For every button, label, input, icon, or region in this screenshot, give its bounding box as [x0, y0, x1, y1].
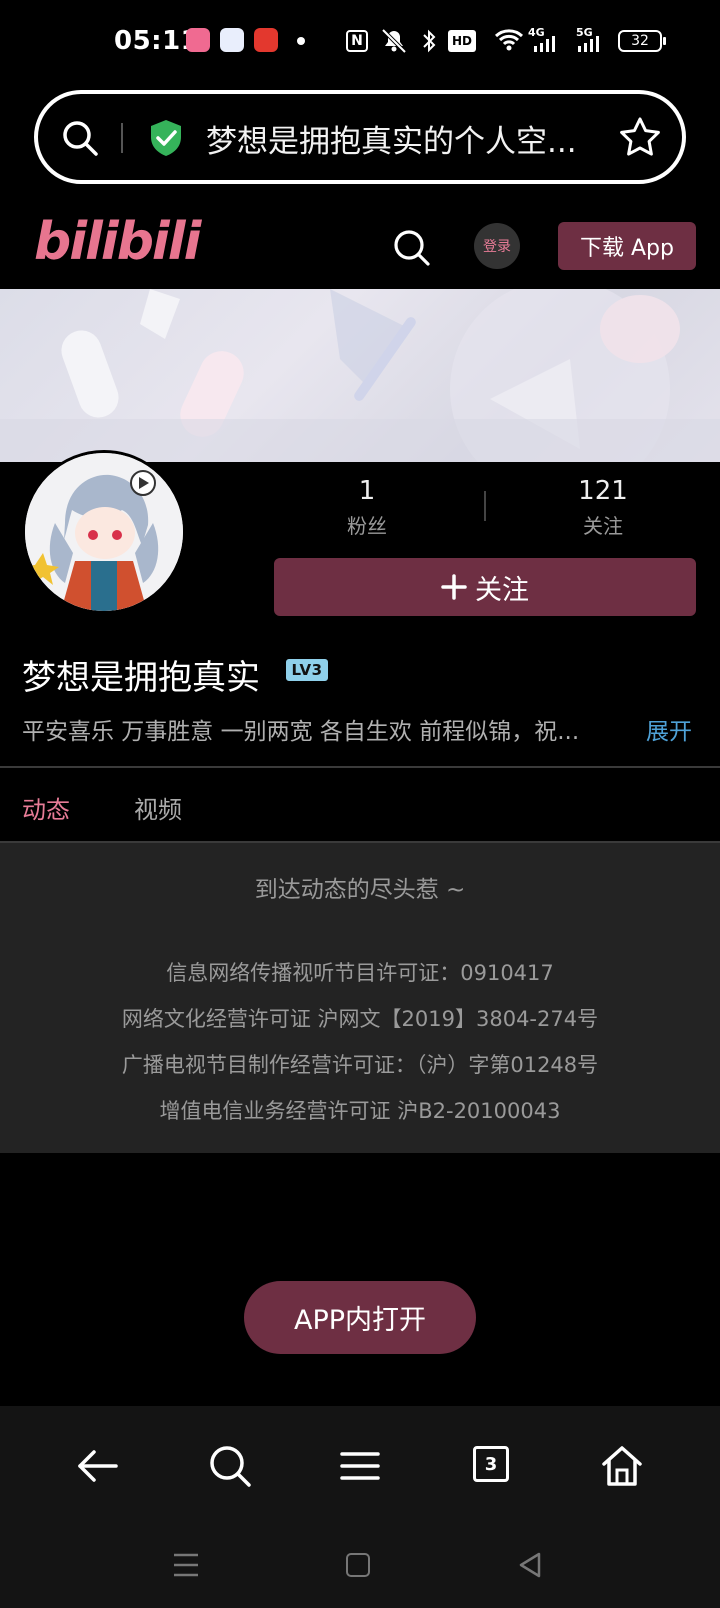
back-arrow-icon[interactable] [72, 1440, 124, 1492]
battery-level: 32 [631, 33, 649, 49]
baidu-app-icon [220, 28, 244, 52]
tabs-count-button[interactable]: 3 [473, 1446, 509, 1482]
hd-icon: HD [448, 30, 476, 52]
red-envelope-app-icon [254, 28, 278, 52]
login-button[interactable]: 登录 [474, 223, 520, 269]
search-icon[interactable] [60, 118, 100, 158]
recents-nav-icon[interactable] [172, 1552, 200, 1578]
bookmark-star-icon[interactable] [618, 116, 662, 158]
wifi-icon [494, 29, 524, 51]
tab-dynamics[interactable]: 动态 [22, 790, 70, 825]
stats-divider [484, 491, 486, 521]
profile-banner [0, 289, 720, 462]
bilibili-app-icon [186, 28, 210, 52]
address-divider [121, 123, 123, 153]
address-text[interactable]: 梦想是拥抱真实的个人空... [206, 116, 596, 161]
username: 梦想是拥抱真实 [22, 658, 260, 698]
license-line: 广播电视节目制作经营许可证：（沪）字第01248号 [121, 1053, 599, 1077]
nfc-icon: N [346, 30, 368, 52]
fans-count[interactable]: 1 [307, 476, 427, 506]
plus-icon [441, 574, 467, 600]
battery-tip [663, 37, 666, 45]
site-search-icon[interactable] [392, 228, 432, 268]
battery-icon: 32 [618, 30, 662, 52]
feed-end-message: 到达动态的尽头惹 ~ [254, 877, 466, 903]
follow-label: 关注 [475, 574, 529, 606]
secure-shield-icon[interactable] [148, 118, 184, 158]
bio-text: 平安喜乐 万事胜意 一别两宽 各自生欢 前程似锦，祝... [22, 719, 580, 745]
license-line: 信息网络传播视听节目许可证：0910417 [166, 961, 554, 985]
signal-icon [534, 36, 555, 52]
fans-label: 粉丝 [347, 514, 387, 538]
level-badge: LV3 [286, 659, 328, 681]
tabs-top-divider [0, 766, 720, 768]
home-icon[interactable] [596, 1440, 648, 1492]
download-app-button[interactable]: 下载 App [558, 222, 696, 270]
follow-button[interactable]: 关注 [274, 558, 696, 616]
bluetooth-icon [423, 29, 436, 53]
open-in-app-button[interactable]: APP内打开 [244, 1281, 476, 1354]
following-label: 关注 [583, 514, 623, 538]
home-nav-icon[interactable] [346, 1553, 370, 1577]
signal-icon-2 [578, 36, 599, 52]
mute-icon [381, 28, 407, 54]
license-line: 网络文化经营许可证 沪网文【2019】3804-274号 [121, 1007, 599, 1031]
bilibili-logo[interactable]: bilibili [34, 212, 201, 272]
back-nav-icon[interactable] [518, 1551, 542, 1579]
login-label: 登录 [483, 239, 511, 255]
status-bar: 05:11 N HD 4G 5G 32 [0, 0, 720, 84]
menu-icon[interactable] [334, 1440, 386, 1492]
tabs-count: 3 [484, 1453, 498, 1475]
avatar[interactable] [22, 450, 186, 614]
expand-bio-link[interactable]: 展开 [646, 712, 692, 746]
tab-videos[interactable]: 视频 [134, 790, 182, 825]
toolbar-search-icon[interactable] [204, 1440, 256, 1492]
open-in-app-label: APP内打开 [293, 1305, 427, 1336]
avatar-illustration [25, 453, 183, 611]
following-count[interactable]: 121 [543, 476, 663, 506]
notification-dot-icon [297, 37, 305, 45]
license-line: 增值电信业务经营许可证 沪B2-20100043 [159, 1099, 561, 1123]
banner-illustration [0, 289, 720, 462]
download-app-label: 下载 App [580, 236, 674, 261]
